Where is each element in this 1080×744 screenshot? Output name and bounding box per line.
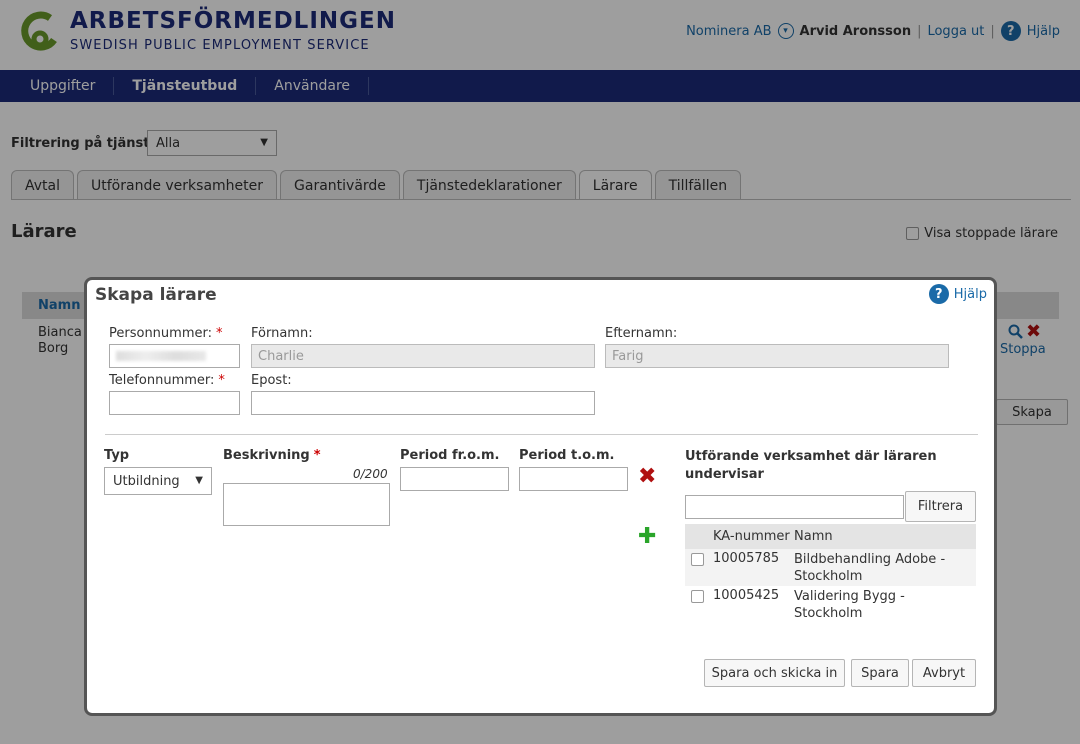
efternamn-field[interactable]: Farig [605,344,949,368]
utforande-label: Utförande verksamhet där läraren undervi… [685,448,937,484]
epost-field[interactable] [251,391,595,415]
section-divider [105,434,978,435]
typ-select-value: Utbildning [113,473,180,489]
ka-table-header: KA-nummer Namn [685,524,976,549]
required-marker: * [313,448,321,463]
help-icon[interactable]: ? [928,284,949,304]
personnummer-field[interactable] [109,344,240,368]
personnummer-label: Personnummer: * [109,326,222,341]
name-header: Namn [794,529,833,544]
verksamhet-name-line1: Bildbehandling Adobe - [794,552,946,567]
period-from-field[interactable] [400,467,509,491]
telefon-label-text: Telefonnummer: [109,373,215,388]
ka-number: 10005785 [713,551,780,566]
telefon-field[interactable] [109,391,240,415]
typ-label: Typ [104,448,130,463]
table-row: 10005785 Bildbehandling Adobe - Stockhol… [685,549,976,586]
dialog-help[interactable]: ? Hjälp [928,284,987,304]
utforande-filter-input[interactable] [685,495,904,519]
period-from-label: Period fr.o.m. [400,448,500,463]
beskrivning-counter: 0/200 [353,467,388,481]
beskrivning-textarea[interactable] [223,483,390,526]
create-teacher-dialog: Skapa lärare ? Hjälp Personnummer: * Förn… [84,277,997,716]
period-tom-label: Period t.o.m. [519,448,615,463]
epost-label: Epost: [251,373,292,388]
save-submit-button[interactable]: Spara och skicka in [704,659,845,687]
dialog-help-label[interactable]: Hjälp [954,287,987,302]
row-checkbox-cell [685,588,713,607]
green-plus-icon[interactable]: ✚ [638,526,656,548]
dialog-title: Skapa lärare [95,285,217,305]
cancel-button[interactable]: Avbryt [912,659,976,687]
row-checkbox[interactable] [691,553,704,566]
efternamn-label: Efternamn: [605,326,678,341]
ka-number-header: KA-nummer [713,529,790,544]
fornamn-value: Charlie [258,348,304,364]
telefon-label: Telefonnummer: * [109,373,225,388]
personnummer-label-text: Personnummer: [109,326,212,341]
verksamhet-name-line2: Stockholm [794,569,863,584]
beskrivning-label: Beskrivning * [223,448,321,463]
chevron-down-icon: ▼ [195,475,203,486]
header-spacer [685,536,713,538]
row-checkbox[interactable] [691,590,704,603]
fornamn-label: Förnamn: [251,326,313,341]
ka-table: KA-nummer Namn 10005785 Bildbehandling A… [685,524,976,621]
typ-select[interactable]: Utbildning ▼ [104,467,212,495]
required-marker: * [218,373,225,388]
ka-number: 10005425 [713,588,780,603]
fornamn-field[interactable]: Charlie [251,344,595,368]
red-x-icon[interactable]: ✖ [638,466,656,488]
utforande-label-line1: Utförande verksamhet där läraren [685,449,937,464]
verksamhet-name: Bildbehandling Adobe - Stockholm [794,551,976,585]
period-tom-field[interactable] [519,467,628,491]
redacted-value [116,351,206,361]
table-row: 10005425 Validering Bygg - Stockholm [685,586,976,621]
beskrivning-label-text: Beskrivning [223,448,310,463]
row-checkbox-cell [685,551,713,570]
filter-button[interactable]: Filtrera [905,491,976,522]
efternamn-value: Farig [612,348,644,364]
required-marker: * [215,326,223,341]
utforande-label-line2: undervisar [685,467,764,482]
save-button[interactable]: Spara [851,659,909,687]
verksamhet-name: Validering Bygg - Stockholm [794,589,905,621]
